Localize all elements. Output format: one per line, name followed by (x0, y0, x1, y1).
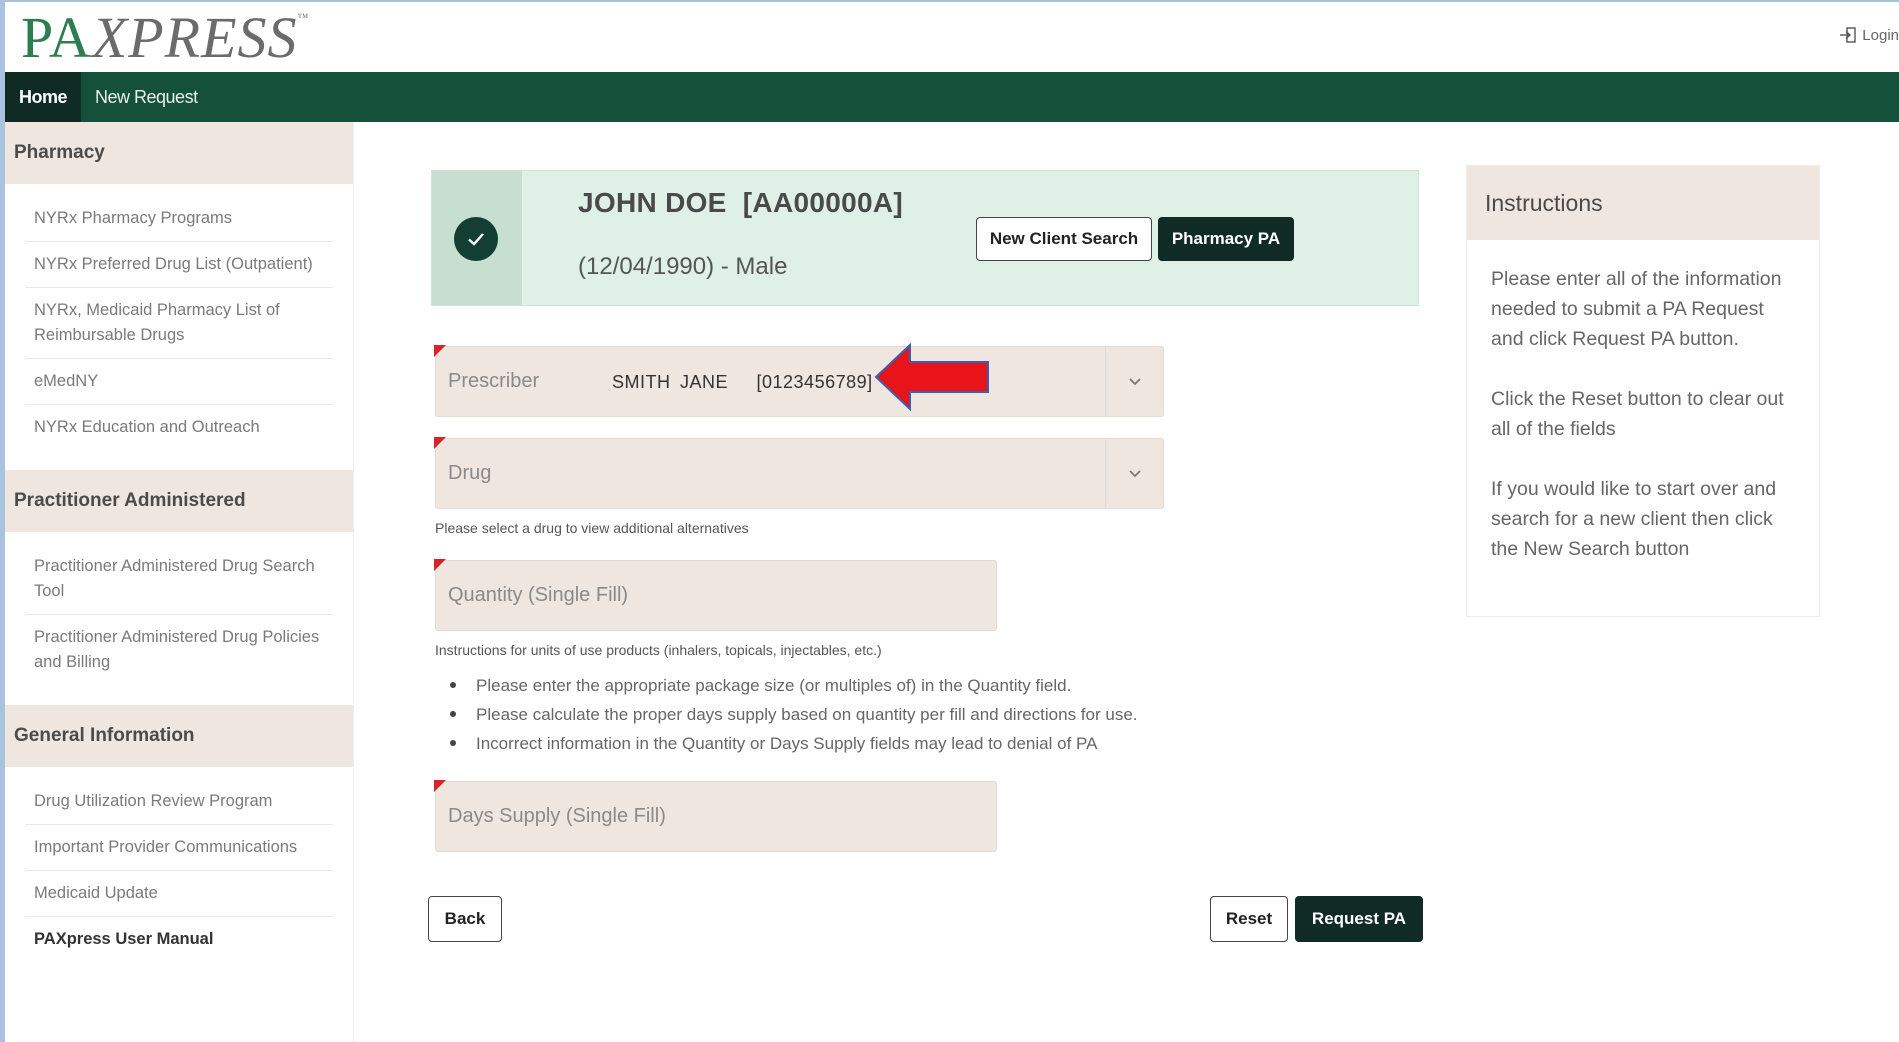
drug-label: Drug (448, 462, 492, 484)
sidebar-list-pharmacy: NYRx Pharmacy Programs NYRx Preferred Dr… (5, 184, 353, 470)
chevron-down-icon (1128, 377, 1141, 385)
bullet-icon (450, 710, 456, 717)
prescriber-select[interactable]: Prescriber SMITH JANE [0123456789] (434, 345, 1164, 417)
prescriber-value: SMITH JANE [0123456789] (612, 372, 873, 392)
bullet-icon (450, 739, 456, 746)
instructions-paragraph: Click the Reset button to clear out all … (1491, 388, 1784, 440)
quantity-input[interactable]: Quantity (Single Fill) (434, 559, 997, 631)
sidebar: Pharmacy NYRx Pharmacy Programs NYRx Pre… (5, 122, 354, 1042)
sidebar-item-medicaid-pharmacy-list[interactable]: NYRx, Medicaid Pharmacy List of Reimburs… (25, 288, 333, 359)
required-marker (434, 559, 446, 571)
request-pa-button[interactable]: Request PA (1295, 896, 1423, 942)
list-item: Incorrect information in the Quantity or… (450, 729, 1138, 758)
sidebar-item-drug-search-tool[interactable]: Practitioner Administered Drug Search To… (25, 544, 333, 615)
sidebar-item-drug-policies-billing[interactable]: Practitioner Administered Drug Policies … (25, 615, 333, 685)
units-help-text: Instructions for units of use products (… (435, 642, 882, 658)
days-supply-input[interactable]: Days Supply (Single Fill) (434, 780, 997, 852)
quantity-instructions-list: Please enter the appropriate package siz… (450, 671, 1138, 758)
sidebar-item-dur-program[interactable]: Drug Utilization Review Program (25, 779, 333, 825)
drug-select[interactable]: Drug (434, 437, 1164, 509)
prescriber-label: Prescriber (448, 370, 540, 392)
sidebar-item-medicaid-update[interactable]: Medicaid Update (25, 871, 333, 917)
bullet-text: Incorrect information in the Quantity or… (476, 734, 1098, 753)
logo-prefix: PA (21, 5, 92, 70)
sidebar-section-general-information: General Information (5, 705, 353, 767)
sidebar-item-emedny[interactable]: eMedNY (25, 359, 333, 405)
client-card: JOHN DOE [AA00000A] (12/04/1990) - Male … (431, 170, 1419, 306)
sidebar-section-pharmacy: Pharmacy (5, 122, 353, 184)
bullet-text: Please calculate the proper days supply … (476, 705, 1138, 724)
sidebar-item-nyrx-education[interactable]: NYRx Education and Outreach (25, 405, 333, 450)
logo-rest: XPRESS (91, 5, 298, 70)
sidebar-item-provider-communications[interactable]: Important Provider Communications (25, 825, 333, 871)
header: PAXPRESS™ Login (5, 2, 1899, 72)
client-dob-gender: (12/04/1990) - Male (578, 253, 788, 280)
required-marker (434, 345, 446, 357)
top-navbar: Home New Request (5, 72, 1899, 122)
logo-trademark: ™ (297, 12, 310, 24)
new-client-search-button[interactable]: New Client Search (976, 217, 1152, 261)
sidebar-list-practitioner: Practitioner Administered Drug Search To… (5, 532, 353, 705)
sidebar-item-nyrx-preferred-drug-list[interactable]: NYRx Preferred Drug List (Outpatient) (25, 242, 333, 288)
pharmacy-pa-button[interactable]: Pharmacy PA (1158, 217, 1294, 261)
check-icon (454, 217, 498, 261)
quantity-placeholder: Quantity (Single Fill) (448, 584, 629, 606)
list-item: Please calculate the proper days supply … (450, 700, 1138, 729)
sidebar-list-general: Drug Utilization Review Program Importan… (5, 767, 353, 982)
annotation-arrow-icon (874, 342, 989, 412)
chevron-down-icon (1128, 469, 1141, 477)
required-marker (434, 437, 446, 449)
nav-new-request[interactable]: New Request (81, 72, 212, 122)
drug-dropdown-toggle[interactable] (1105, 439, 1163, 508)
login-link[interactable]: Login (1839, 26, 1899, 44)
instructions-paragraph: Please enter all of the information need… (1491, 268, 1782, 350)
drug-help-text: Please select a drug to view additional … (435, 520, 749, 536)
reset-button[interactable]: Reset (1210, 896, 1288, 942)
list-item: Please enter the appropriate package siz… (450, 671, 1138, 700)
instructions-paragraph: If you would like to start over and sear… (1491, 478, 1777, 560)
prescriber-dropdown-toggle[interactable] (1105, 347, 1163, 416)
instructions-panel: Instructions Please enter all of the inf… (1466, 165, 1820, 617)
login-label: Login (1862, 26, 1899, 44)
sidebar-item-nyrx-pharmacy-programs[interactable]: NYRx Pharmacy Programs (25, 196, 333, 242)
client-status-box (432, 171, 522, 305)
required-marker (434, 780, 446, 792)
sidebar-item-user-manual[interactable]: PAXpress User Manual (25, 917, 333, 962)
client-name: JOHN DOE [AA00000A] (578, 187, 903, 218)
days-supply-placeholder: Days Supply (Single Fill) (448, 805, 666, 827)
bullet-icon (450, 681, 456, 688)
instructions-body: Please enter all of the information need… (1467, 240, 1819, 564)
nav-home[interactable]: Home (5, 72, 82, 122)
paxpress-logo[interactable]: PAXPRESS™ (21, 4, 309, 71)
instructions-title: Instructions (1467, 166, 1819, 240)
bullet-text: Please enter the appropriate package siz… (476, 676, 1072, 695)
sidebar-section-practitioner-administered: Practitioner Administered (5, 470, 353, 532)
login-icon (1840, 27, 1856, 43)
back-button[interactable]: Back (428, 896, 502, 942)
